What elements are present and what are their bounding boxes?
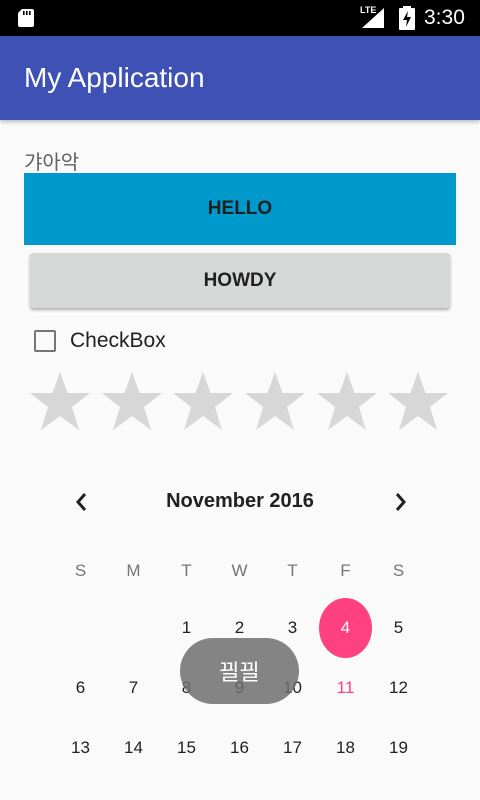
status-clock: 3:30: [424, 6, 465, 29]
calendar-day-empty: [54, 598, 107, 658]
calendar-day[interactable]: 5: [372, 598, 425, 658]
star-icon[interactable]: [386, 370, 458, 432]
network-type: LTE: [360, 5, 377, 15]
weekday-label: S: [392, 561, 405, 580]
day-number: 1: [181, 618, 192, 637]
day-number: 13: [71, 738, 90, 757]
rating-bar[interactable]: [28, 370, 458, 432]
chevron-right-icon[interactable]: [390, 490, 410, 514]
app-title: My Application: [24, 62, 205, 93]
day-number: 2: [234, 618, 245, 637]
sd-card-icon: [18, 9, 34, 27]
day-number: 15: [177, 738, 196, 757]
calendar-week: 13 14 15 16 17 18 19: [54, 718, 426, 778]
star-icon[interactable]: [100, 370, 172, 432]
star-icon[interactable]: [243, 370, 315, 432]
weekday-label: T: [287, 561, 298, 580]
day-number: 4: [319, 598, 372, 658]
calendar-day[interactable]: 6: [54, 658, 107, 718]
hello-button[interactable]: HELLO: [24, 173, 456, 245]
weekday-label: S: [74, 561, 87, 580]
weekday-label: F: [340, 561, 351, 580]
day-number: 7: [128, 678, 139, 697]
calendar-day[interactable]: 13: [54, 718, 107, 778]
battery-icon: [399, 6, 415, 30]
status-bar: LTE 3:30: [0, 0, 480, 36]
calendar-day[interactable]: 16: [213, 718, 266, 778]
day-number: 11: [336, 678, 355, 697]
day-number: 12: [389, 678, 408, 697]
calendar-day[interactable]: 15: [160, 718, 213, 778]
weekday-label: M: [126, 561, 141, 580]
day-number: 6: [75, 678, 86, 697]
star-icon[interactable]: [315, 370, 387, 432]
app-bar: My Application: [0, 36, 480, 120]
calendar-day[interactable]: 12: [372, 658, 425, 718]
toast-message: 끨끨: [180, 638, 299, 704]
calendar-day[interactable]: 17: [266, 718, 319, 778]
calendar-day[interactable]: 7: [107, 658, 160, 718]
weekday-label: T: [181, 561, 192, 580]
calendar-day[interactable]: 14: [107, 718, 160, 778]
calendar-day-empty: [107, 598, 160, 658]
day-number: 3: [287, 618, 298, 637]
checkbox[interactable]: CheckBox: [34, 326, 166, 356]
checkbox-label: CheckBox: [70, 329, 166, 352]
calendar-weekdays: S M T W T F S: [54, 561, 426, 581]
howdy-button[interactable]: HOWDY: [30, 253, 450, 308]
weekday-label: W: [231, 561, 248, 580]
day-number: 16: [230, 738, 249, 757]
calendar-day[interactable]: 19: [372, 718, 425, 778]
calendar-day[interactable]: 18: [319, 718, 372, 778]
star-icon[interactable]: [28, 370, 100, 432]
calendar-day-selected[interactable]: 4: [319, 598, 372, 658]
day-number: 18: [336, 738, 355, 757]
calendar-day-today[interactable]: 11: [319, 658, 372, 718]
day-number: 14: [124, 738, 143, 757]
text-label: 갸아악: [24, 152, 80, 174]
checkbox-box[interactable]: [34, 330, 56, 352]
day-number: 17: [283, 738, 302, 757]
day-number: 5: [393, 618, 404, 637]
star-icon[interactable]: [171, 370, 243, 432]
day-number: 19: [389, 738, 408, 757]
